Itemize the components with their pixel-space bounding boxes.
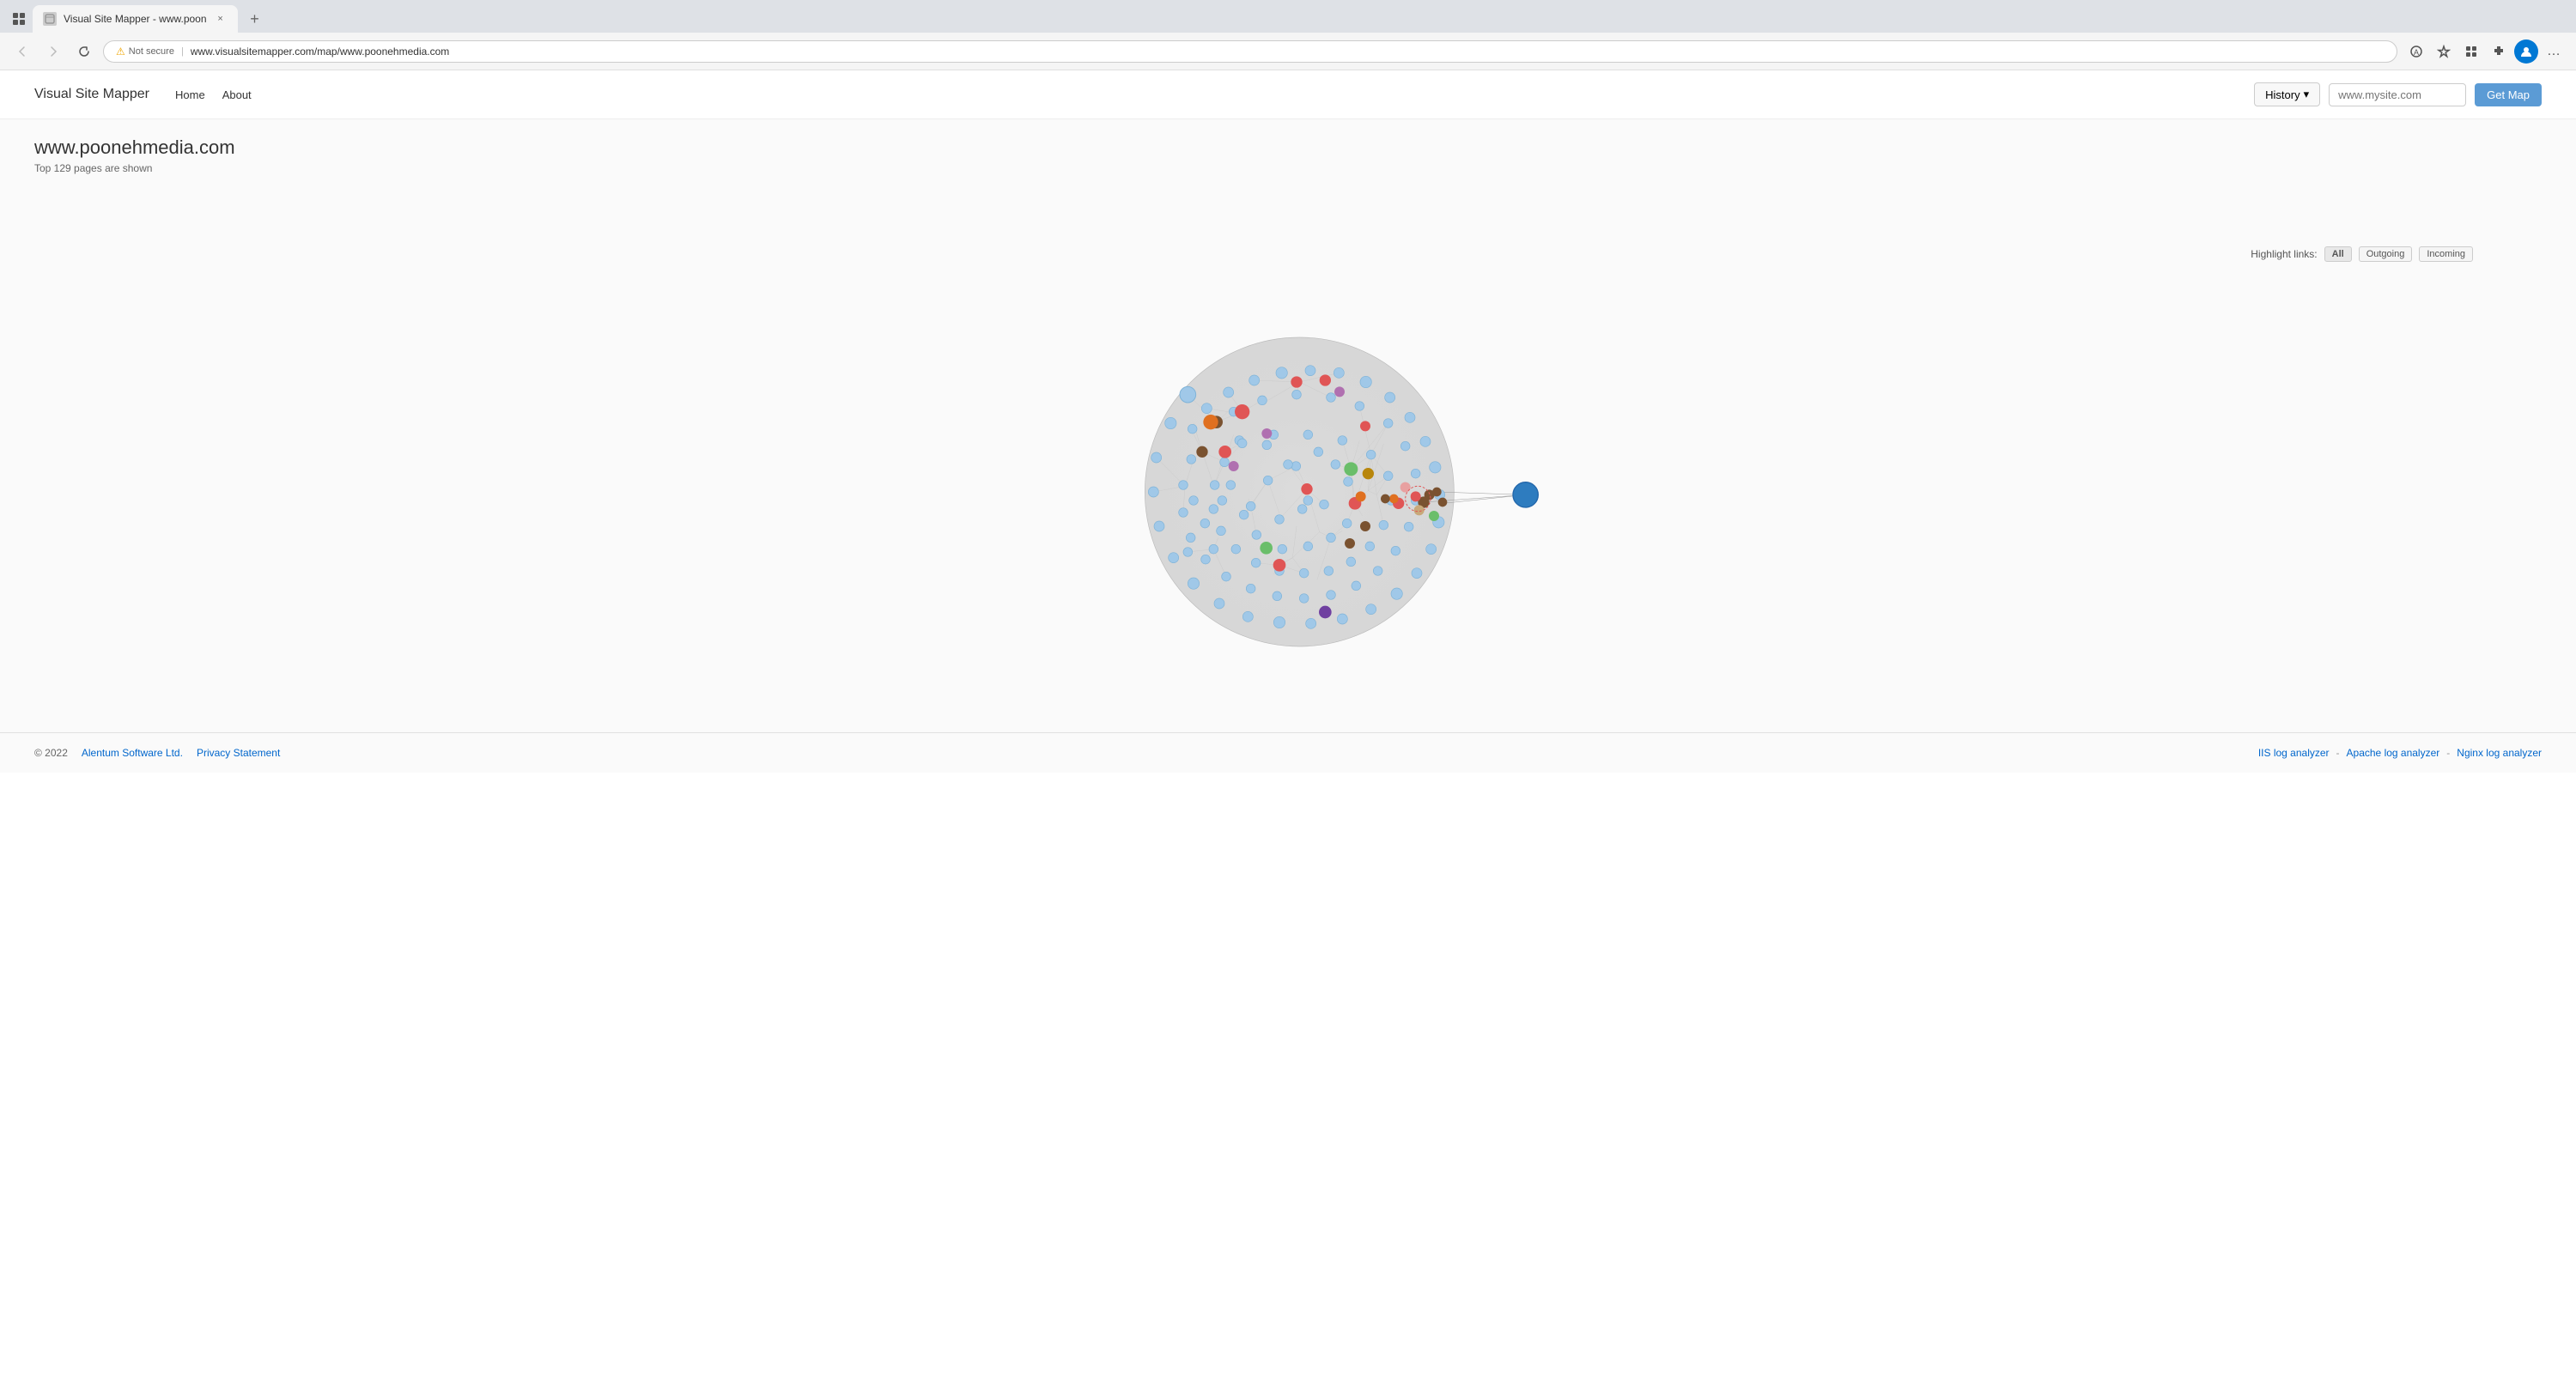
navigation-bar: ⚠ Not secure | www.visualsitemapper.com/…	[0, 33, 2576, 70]
forward-button[interactable]	[41, 39, 65, 64]
company-link[interactable]: Alentum Software Ltd.	[82, 747, 183, 759]
reader-mode-button[interactable]: A	[2404, 39, 2428, 64]
red-node-5[interactable]	[1218, 446, 1231, 458]
page-content: Visual Site Mapper Home About History ▾ …	[0, 70, 2576, 1395]
browser-chrome: Visual Site Mapper - www.poon × + ⚠ Not …	[0, 0, 2576, 70]
nginx-link[interactable]: Nginx log analyzer	[2457, 747, 2542, 759]
app-header: Visual Site Mapper Home About History ▾ …	[0, 70, 2576, 119]
green-node-cluster[interactable]	[1429, 511, 1439, 521]
separator-1: -	[2336, 747, 2340, 759]
red-node-1[interactable]	[1235, 404, 1249, 419]
iis-link[interactable]: IIS log analyzer	[2258, 747, 2330, 759]
green-node-2[interactable]	[1260, 542, 1273, 555]
red-node-3[interactable]	[1320, 374, 1331, 385]
brown-node-1[interactable]	[1196, 446, 1207, 458]
nav-home[interactable]: Home	[175, 88, 205, 101]
nav-right-icons: A …	[2404, 39, 2566, 64]
history-button[interactable]: History ▾	[2254, 82, 2320, 106]
svg-text:A: A	[2414, 48, 2419, 57]
red-node-7[interactable]	[1301, 483, 1312, 494]
tab-bar: Visual Site Mapper - www.poon × +	[0, 0, 2576, 33]
cluster-brown-5[interactable]	[1381, 494, 1390, 504]
back-button[interactable]	[10, 39, 34, 64]
purple-node-3[interactable]	[1319, 606, 1332, 619]
app-nav: Home About	[175, 88, 252, 101]
privacy-statement-link[interactable]: Privacy Statement	[197, 747, 280, 759]
favorites-button[interactable]	[2432, 39, 2456, 64]
profile-button[interactable]	[2514, 39, 2538, 64]
darkgold-node-1[interactable]	[1363, 468, 1374, 479]
footer-left: © 2022 Alentum Software Ltd. Privacy Sta…	[34, 747, 280, 759]
main-content: www.poonehmedia.com Top 129 pages are sh…	[0, 119, 2576, 732]
green-node-1[interactable]	[1344, 462, 1358, 476]
cluster-tan-1[interactable]	[1414, 505, 1425, 515]
cluster-orange-1[interactable]	[1389, 494, 1399, 504]
security-indicator: ⚠ Not secure	[116, 45, 174, 58]
red-node-2[interactable]	[1291, 376, 1302, 387]
settings-menu-button[interactable]: …	[2542, 39, 2566, 64]
tab-favicon	[43, 12, 57, 26]
red-node-8[interactable]	[1273, 559, 1286, 572]
cluster-brown-3[interactable]	[1432, 488, 1442, 497]
address-bar[interactable]: ⚠ Not secure | www.visualsitemapper.com/…	[103, 40, 2397, 63]
separator-2: -	[2446, 747, 2450, 759]
address-text: www.visualsitemapper.com/map/www.poonehm…	[191, 45, 2385, 58]
purple-node-2[interactable]	[1229, 461, 1239, 471]
network-graph[interactable]	[987, 200, 1589, 681]
tab-title: Visual Site Mapper - www.poon	[64, 13, 207, 25]
purple-node-1[interactable]	[1261, 428, 1272, 439]
orange-node-2[interactable]	[1356, 491, 1366, 501]
collections-button[interactable]	[2459, 39, 2483, 64]
url-input[interactable]	[2329, 83, 2466, 106]
app-logo: Visual Site Mapper	[34, 87, 149, 102]
brown-node-4[interactable]	[1360, 521, 1370, 531]
add-tab-button[interactable]: +	[243, 7, 267, 31]
get-map-button[interactable]: Get Map	[2475, 83, 2542, 106]
security-text: Not secure	[129, 46, 174, 57]
nav-about[interactable]: About	[222, 88, 252, 101]
footer: © 2022 Alentum Software Ltd. Privacy Sta…	[0, 732, 2576, 773]
tab-close-button[interactable]: ×	[214, 12, 228, 26]
cluster-brown-4[interactable]	[1438, 498, 1448, 507]
brown-node-3[interactable]	[1345, 538, 1355, 549]
pages-info: Top 129 pages are shown	[34, 162, 2542, 174]
copyright-text: © 2022	[34, 747, 68, 759]
cluster-red-1[interactable]	[1411, 491, 1421, 501]
orange-node-1[interactable]	[1203, 415, 1218, 429]
header-right: History ▾ Get Map	[2254, 82, 2542, 106]
security-warning-icon: ⚠	[116, 45, 125, 58]
pink-node-1[interactable]	[1400, 482, 1411, 493]
active-tab[interactable]: Visual Site Mapper - www.poon ×	[33, 5, 238, 33]
purple-node-4[interactable]	[1334, 386, 1345, 397]
address-separator: |	[181, 46, 184, 57]
site-title: www.poonehmedia.com	[34, 136, 2542, 159]
extensions-button[interactable]	[2487, 39, 2511, 64]
graph-container[interactable]	[34, 183, 2542, 715]
apache-link[interactable]: Apache log analyzer	[2347, 747, 2440, 759]
red-node-4[interactable]	[1360, 421, 1370, 431]
tab-grid-icon[interactable]	[7, 7, 31, 31]
reload-button[interactable]	[72, 39, 96, 64]
footer-right: IIS log analyzer - Apache log analyzer -…	[2258, 747, 2542, 759]
outlier-node[interactable]	[1513, 482, 1538, 507]
